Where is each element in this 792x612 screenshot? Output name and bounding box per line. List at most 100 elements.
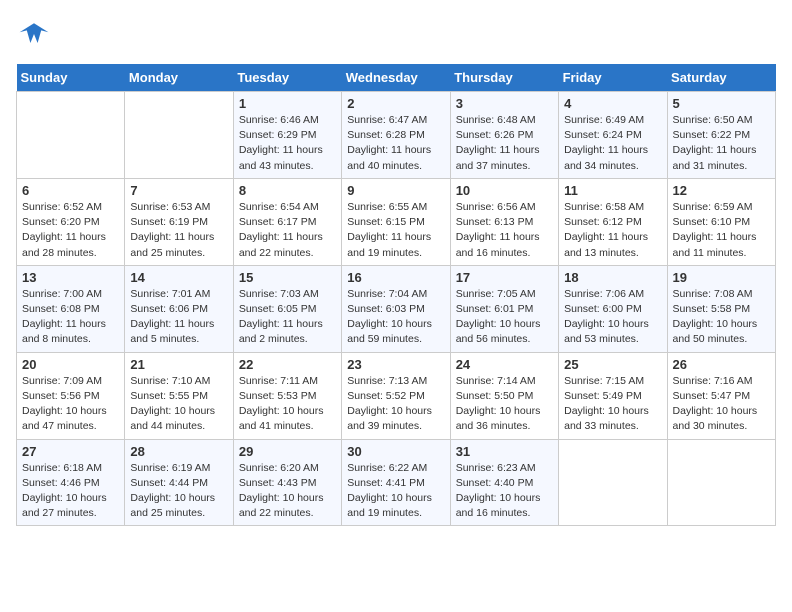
page-header [16,16,776,52]
calendar-cell: 14 Sunrise: 7:01 AMSunset: 6:06 PMDayligh… [125,265,233,352]
day-number: 31 [456,444,553,459]
calendar-cell: 3 Sunrise: 6:48 AMSunset: 6:26 PMDaylight… [450,92,558,179]
calendar-cell: 29 Sunrise: 6:20 AMSunset: 4:43 PMDayligh… [233,439,341,526]
day-number: 7 [130,183,227,198]
day-number: 19 [673,270,770,285]
calendar-cell: 10 Sunrise: 6:56 AMSunset: 6:13 PMDayligh… [450,178,558,265]
cell-content: Sunrise: 7:11 AMSunset: 5:53 PMDaylight:… [239,374,336,435]
cell-content: Sunrise: 7:10 AMSunset: 5:55 PMDaylight:… [130,374,227,435]
calendar-cell: 25 Sunrise: 7:15 AMSunset: 5:49 PMDayligh… [559,352,667,439]
day-header-thursday: Thursday [450,64,558,92]
cell-content: Sunrise: 6:58 AMSunset: 6:12 PMDaylight:… [564,200,661,261]
calendar-cell: 9 Sunrise: 6:55 AMSunset: 6:15 PMDaylight… [342,178,450,265]
cell-content: Sunrise: 7:03 AMSunset: 6:05 PMDaylight:… [239,287,336,348]
calendar-cell: 19Sunrise: 7:08 AMSunset: 5:58 PMDayligh… [667,265,775,352]
calendar-cell: 12 Sunrise: 6:59 AMSunset: 6:10 PMDayligh… [667,178,775,265]
cell-content: Sunrise: 6:23 AMSunset: 4:40 PMDaylight:… [456,461,553,522]
day-header-tuesday: Tuesday [233,64,341,92]
day-number: 30 [347,444,444,459]
logo-icon [16,16,52,52]
calendar-cell: 15 Sunrise: 7:03 AMSunset: 6:05 PMDayligh… [233,265,341,352]
cell-content: Sunrise: 7:09 AMSunset: 5:56 PMDaylight:… [22,374,119,435]
day-number: 13 [22,270,119,285]
cell-content: Sunrise: 6:47 AMSunset: 6:28 PMDaylight:… [347,113,444,174]
day-header-monday: Monday [125,64,233,92]
cell-content: Sunrise: 6:49 AMSunset: 6:24 PMDaylight:… [564,113,661,174]
cell-content: Sunrise: 6:52 AMSunset: 6:20 PMDaylight:… [22,200,119,261]
cell-content: Sunrise: 7:01 AMSunset: 6:06 PMDaylight:… [130,287,227,348]
calendar-cell: 31 Sunrise: 6:23 AMSunset: 4:40 PMDayligh… [450,439,558,526]
calendar-cell [667,439,775,526]
cell-content: Sunrise: 7:04 AMSunset: 6:03 PMDaylight:… [347,287,444,348]
calendar-cell: 13Sunrise: 7:00 AMSunset: 6:08 PMDayligh… [17,265,125,352]
day-number: 23 [347,357,444,372]
cell-content: Sunrise: 6:53 AMSunset: 6:19 PMDaylight:… [130,200,227,261]
week-row-5: 27Sunrise: 6:18 AMSunset: 4:46 PMDayligh… [17,439,776,526]
calendar-cell: 2 Sunrise: 6:47 AMSunset: 6:28 PMDaylight… [342,92,450,179]
day-number: 3 [456,96,553,111]
day-number: 12 [673,183,770,198]
cell-content: Sunrise: 6:59 AMSunset: 6:10 PMDaylight:… [673,200,770,261]
day-number: 17 [456,270,553,285]
day-number: 20 [22,357,119,372]
cell-content: Sunrise: 7:15 AMSunset: 5:49 PMDaylight:… [564,374,661,435]
calendar-cell: 28 Sunrise: 6:19 AMSunset: 4:44 PMDayligh… [125,439,233,526]
cell-content: Sunrise: 6:46 AMSunset: 6:29 PMDaylight:… [239,113,336,174]
cell-content: Sunrise: 6:20 AMSunset: 4:43 PMDaylight:… [239,461,336,522]
calendar-cell: 24Sunrise: 7:14 AMSunset: 5:50 PMDayligh… [450,352,558,439]
day-number: 22 [239,357,336,372]
day-number: 14 [130,270,227,285]
day-number: 29 [239,444,336,459]
calendar-cell: 30 Sunrise: 6:22 AMSunset: 4:41 PMDayligh… [342,439,450,526]
week-row-4: 20 Sunrise: 7:09 AMSunset: 5:56 PMDayligh… [17,352,776,439]
calendar-cell: 8 Sunrise: 6:54 AMSunset: 6:17 PMDaylight… [233,178,341,265]
day-header-sunday: Sunday [17,64,125,92]
day-number: 15 [239,270,336,285]
calendar-cell: 16Sunrise: 7:04 AMSunset: 6:03 PMDayligh… [342,265,450,352]
calendar-cell: 26Sunrise: 7:16 AMSunset: 5:47 PMDayligh… [667,352,775,439]
cell-content: Sunrise: 7:14 AMSunset: 5:50 PMDaylight:… [456,374,553,435]
cell-content: Sunrise: 6:22 AMSunset: 4:41 PMDaylight:… [347,461,444,522]
cell-content: Sunrise: 6:54 AMSunset: 6:17 PMDaylight:… [239,200,336,261]
week-row-1: 1 Sunrise: 6:46 AMSunset: 6:29 PMDaylight… [17,92,776,179]
calendar-cell: 21 Sunrise: 7:10 AMSunset: 5:55 PMDayligh… [125,352,233,439]
day-number: 6 [22,183,119,198]
day-header-saturday: Saturday [667,64,775,92]
calendar-cell: 18Sunrise: 7:06 AMSunset: 6:00 PMDayligh… [559,265,667,352]
calendar-cell: 23 Sunrise: 7:13 AMSunset: 5:52 PMDayligh… [342,352,450,439]
cell-content: Sunrise: 7:05 AMSunset: 6:01 PMDaylight:… [456,287,553,348]
cell-content: Sunrise: 6:55 AMSunset: 6:15 PMDaylight:… [347,200,444,261]
day-number: 2 [347,96,444,111]
cell-content: Sunrise: 6:18 AMSunset: 4:46 PMDaylight:… [22,461,119,522]
day-number: 10 [456,183,553,198]
calendar-cell: 22 Sunrise: 7:11 AMSunset: 5:53 PMDayligh… [233,352,341,439]
day-number: 8 [239,183,336,198]
cell-content: Sunrise: 7:13 AMSunset: 5:52 PMDaylight:… [347,374,444,435]
cell-content: Sunrise: 6:56 AMSunset: 6:13 PMDaylight:… [456,200,553,261]
calendar-cell: 1 Sunrise: 6:46 AMSunset: 6:29 PMDaylight… [233,92,341,179]
calendar-cell: 11Sunrise: 6:58 AMSunset: 6:12 PMDayligh… [559,178,667,265]
cell-content: Sunrise: 6:48 AMSunset: 6:26 PMDaylight:… [456,113,553,174]
cell-content: Sunrise: 6:19 AMSunset: 4:44 PMDaylight:… [130,461,227,522]
day-number: 4 [564,96,661,111]
calendar-cell: 27Sunrise: 6:18 AMSunset: 4:46 PMDayligh… [17,439,125,526]
day-number: 1 [239,96,336,111]
calendar-cell: 5Sunrise: 6:50 AMSunset: 6:22 PMDaylight… [667,92,775,179]
calendar-cell: 20 Sunrise: 7:09 AMSunset: 5:56 PMDayligh… [17,352,125,439]
week-row-2: 6 Sunrise: 6:52 AMSunset: 6:20 PMDaylight… [17,178,776,265]
day-number: 5 [673,96,770,111]
day-number: 9 [347,183,444,198]
week-row-3: 13Sunrise: 7:00 AMSunset: 6:08 PMDayligh… [17,265,776,352]
cell-content: Sunrise: 7:06 AMSunset: 6:00 PMDaylight:… [564,287,661,348]
day-number: 21 [130,357,227,372]
calendar-cell [125,92,233,179]
day-number: 25 [564,357,661,372]
calendar-cell: 17 Sunrise: 7:05 AMSunset: 6:01 PMDayligh… [450,265,558,352]
calendar-cell [559,439,667,526]
day-header-wednesday: Wednesday [342,64,450,92]
logo [16,16,56,52]
day-number: 26 [673,357,770,372]
calendar-cell: 6 Sunrise: 6:52 AMSunset: 6:20 PMDaylight… [17,178,125,265]
day-number: 28 [130,444,227,459]
day-header-friday: Friday [559,64,667,92]
